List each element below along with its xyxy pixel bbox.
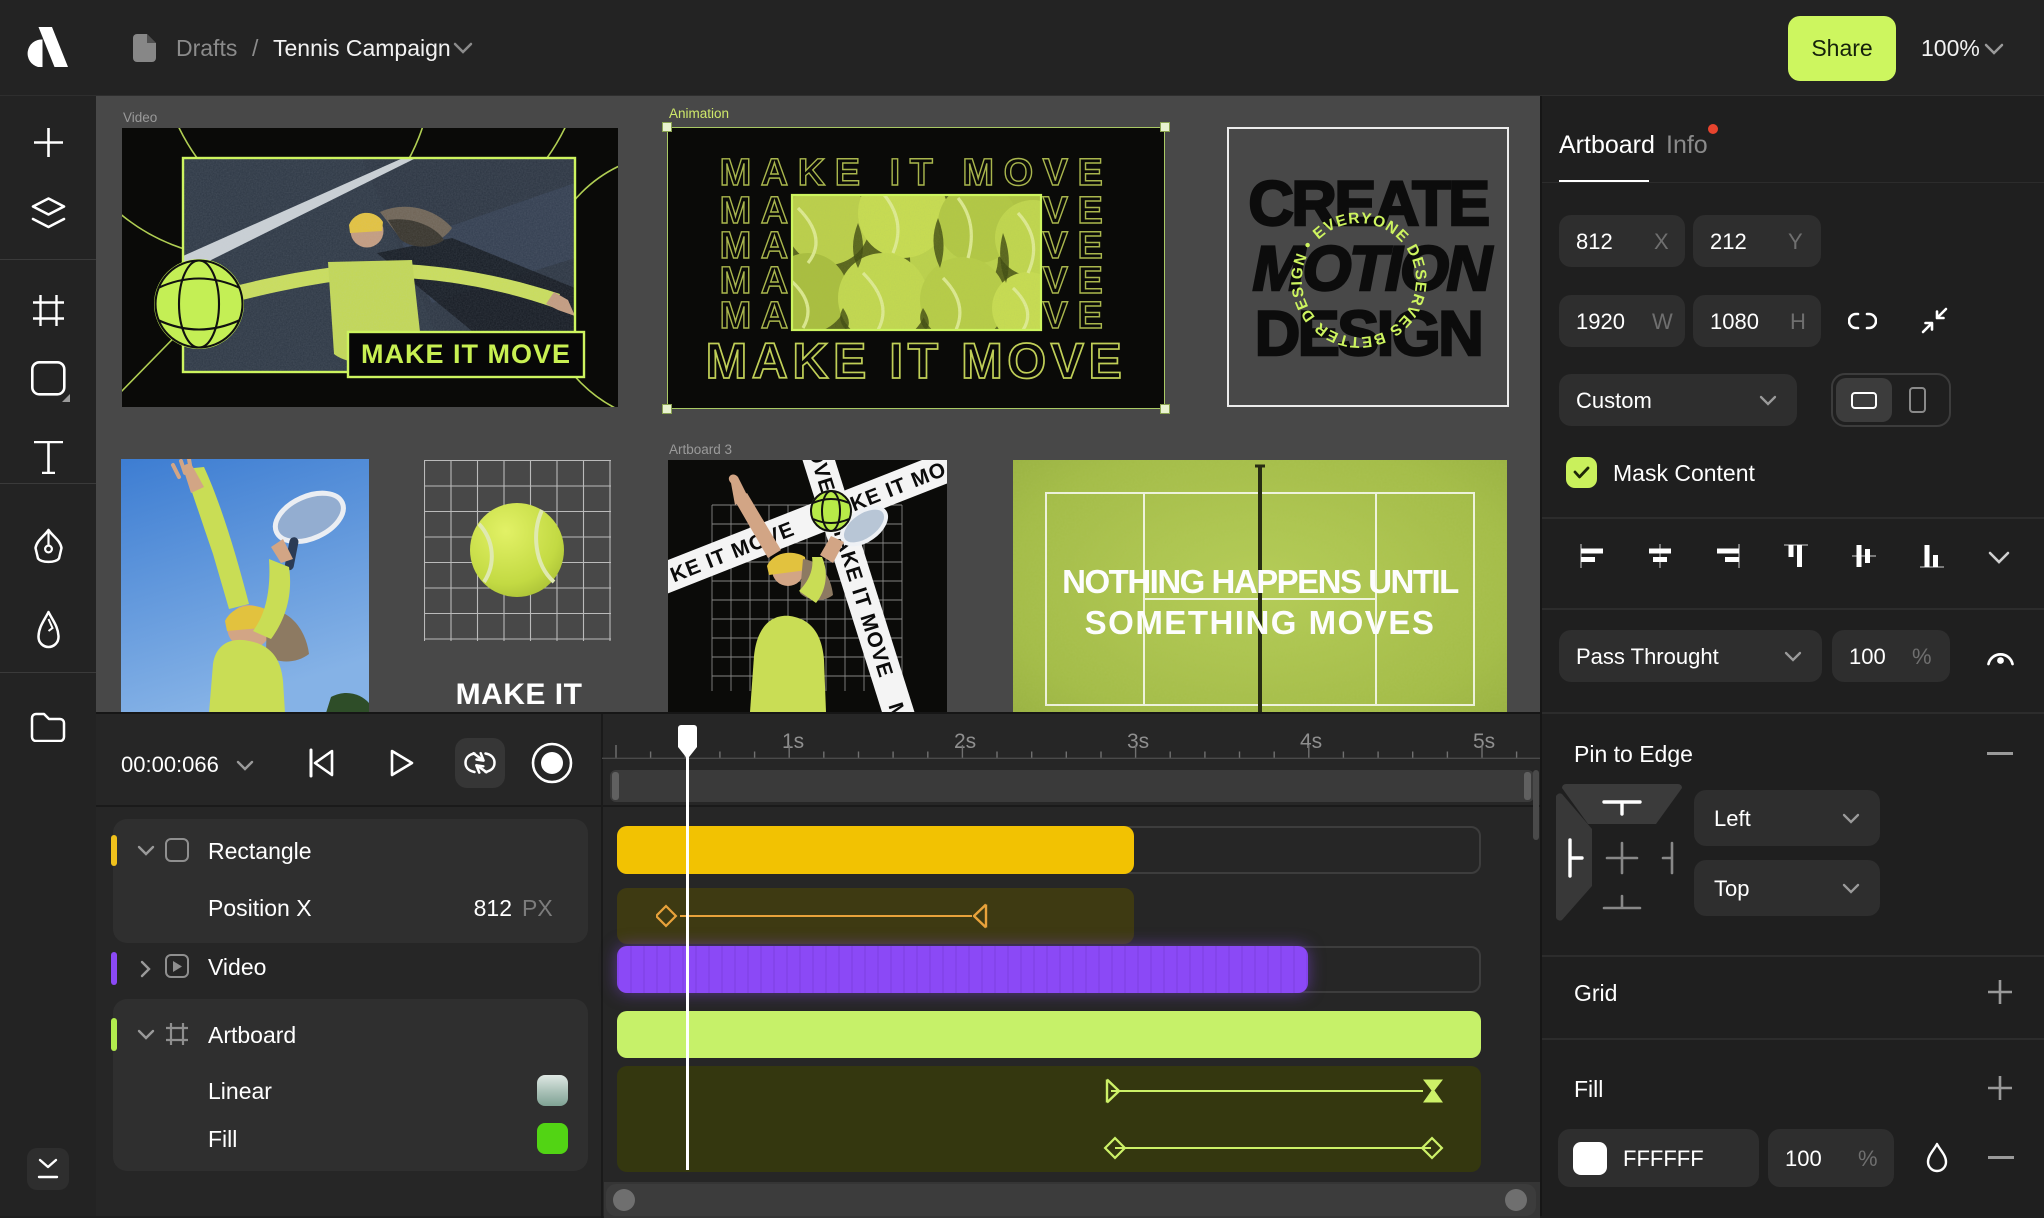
svg-text:MAKE IT MOVE: MAKE IT MOVE [361,339,571,369]
svg-text:CREATE: CREATE [1248,169,1488,239]
svg-text:NOTHING HAPPENS UNTIL: NOTHING HAPPENS UNTIL [1062,563,1459,600]
svg-text:MOTION: MOTION [1253,234,1494,304]
svg-text:SOMETHING MOVES: SOMETHING MOVES [1085,604,1436,641]
